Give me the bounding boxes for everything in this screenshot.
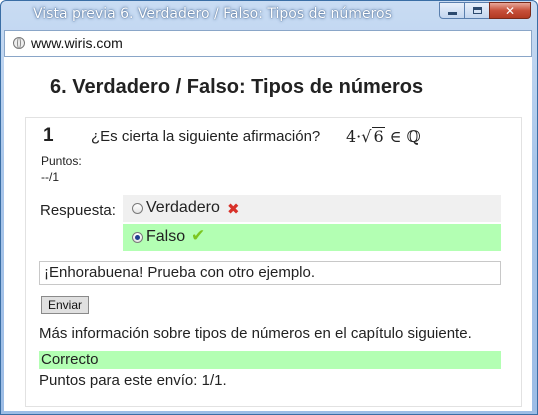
feedback-text: ¡Enhorabuena! Prueba con otro ejemplo.: [44, 264, 316, 281]
status-badge: Correcto: [39, 351, 501, 369]
title-bar[interactable]: Vista previa 6. Verdadero / Falso: Tipos…: [1, 1, 537, 30]
sqrt-icon: √: [361, 127, 372, 146]
formula-coefficient: 4·: [346, 127, 362, 146]
radio-falso[interactable]: [132, 232, 143, 243]
option-falso[interactable]: Falso ✔: [123, 224, 501, 251]
option-label: Falso: [146, 228, 186, 245]
close-icon: ✕: [504, 3, 516, 18]
window-controls: ✕: [439, 2, 531, 20]
question-text: ¿Es cierta la siguiente afirmación?: [91, 128, 321, 145]
formula-relation: ∈ ℚ: [384, 127, 421, 146]
page-title: 6. Verdadero / Falso: Tipos de números: [50, 76, 424, 98]
question-number: 1: [43, 125, 54, 146]
minimize-button[interactable]: [439, 2, 465, 19]
address-bar[interactable]: www.wiris.com: [4, 30, 532, 57]
question-formula: 4·√ 6 ∈ ℚ: [346, 127, 421, 146]
info-text: Más información sobre tipos de números e…: [39, 325, 472, 342]
page-content: 6. Verdadero / Falso: Tipos de números 1…: [4, 57, 532, 411]
submit-button[interactable]: Enviar: [41, 296, 89, 314]
cross-icon: ✖: [227, 200, 240, 218]
formula-radicand: 6: [372, 127, 385, 146]
browser-window: Vista previa 6. Verdadero / Falso: Tipos…: [0, 0, 538, 415]
option-label: Verdadero: [146, 199, 220, 216]
globe-icon: [13, 37, 25, 49]
option-verdadero[interactable]: Verdadero ✖: [123, 195, 501, 222]
maximize-button[interactable]: [464, 2, 490, 19]
minimize-icon: [447, 12, 457, 15]
points-value: --/1: [41, 170, 59, 184]
answer-label: Respuesta:: [40, 202, 116, 219]
url-text: www.wiris.com: [31, 35, 123, 51]
close-button[interactable]: ✕: [489, 2, 531, 19]
points-label: Puntos:: [41, 154, 82, 168]
score-text: Puntos para este envío: 1/1.: [39, 372, 227, 389]
feedback-box: ¡Enhorabuena! Prueba con otro ejemplo.: [39, 261, 501, 285]
check-icon: ✔: [191, 226, 206, 246]
radio-verdadero[interactable]: [132, 203, 143, 214]
status-text: Correcto: [41, 351, 99, 368]
maximize-icon: [472, 7, 482, 14]
window-title: Vista previa 6. Verdadero / Falso: Tipos…: [33, 6, 392, 22]
